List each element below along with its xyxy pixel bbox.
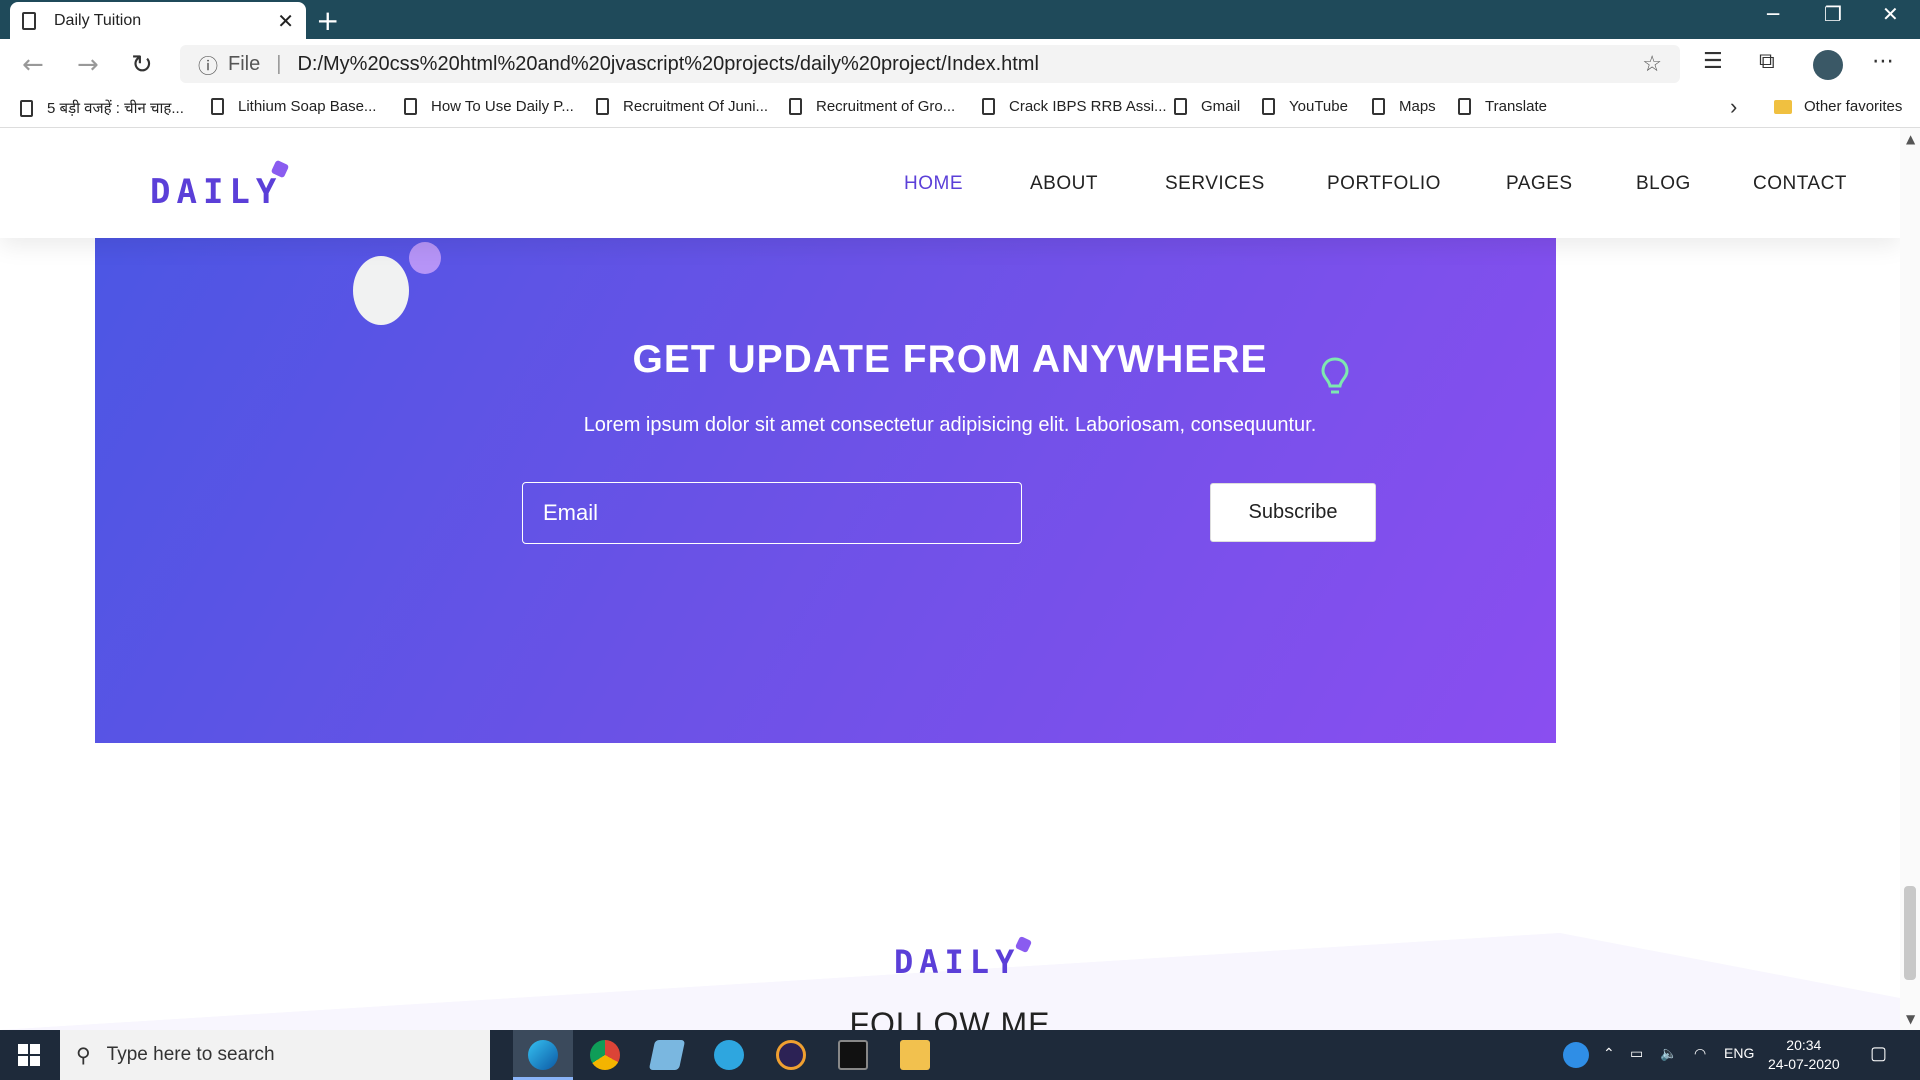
chrome-icon[interactable] (590, 1040, 620, 1070)
address-bar[interactable]: ⓘ File | D:/My%20css%20html%20and%20jvas… (180, 45, 1680, 83)
page-icon (1174, 98, 1187, 115)
language-indicator[interactable]: ENG (1724, 1045, 1754, 1061)
page-icon (20, 99, 33, 117)
page-icon (211, 98, 224, 115)
mysql-icon[interactable] (838, 1040, 868, 1070)
edge-icon[interactable] (528, 1040, 558, 1070)
minimize-icon[interactable]: ─ (1767, 2, 1779, 26)
page-icon (982, 98, 995, 115)
eclipse-icon[interactable] (776, 1040, 806, 1070)
notifications-icon[interactable]: ▢ (1870, 1043, 1887, 1064)
bookmark-item[interactable]: Translate (1458, 98, 1547, 115)
bookmark-item[interactable]: How To Use Daily P... (404, 98, 574, 115)
help-icon[interactable] (1563, 1042, 1589, 1068)
chevron-right-icon[interactable]: › (1730, 94, 1737, 120)
url-scheme: File (228, 52, 261, 75)
volume-icon[interactable]: 🔈 (1660, 1045, 1677, 1062)
footer-background (0, 933, 1900, 1030)
footer-logo[interactable]: DAILY (894, 943, 1020, 981)
browser-tab[interactable]: Daily Tuition ✕ (10, 2, 306, 39)
decorative-bubble (353, 256, 409, 325)
scroll-up-icon[interactable]: ▲ (1906, 132, 1915, 146)
telegram-icon[interactable] (714, 1040, 744, 1070)
notepad-icon[interactable] (648, 1040, 686, 1070)
browser-tab-strip: Daily Tuition ✕ + ─ ❐ ✕ (0, 0, 1920, 39)
bookmark-item[interactable]: YouTube (1262, 98, 1348, 115)
subscribe-button[interactable]: Subscribe (1210, 483, 1376, 542)
url-separator: | (276, 52, 282, 75)
clock-time: 20:34 (1786, 1037, 1822, 1053)
page-icon (22, 11, 36, 30)
restore-icon[interactable]: ❐ (1824, 2, 1842, 26)
email-input[interactable] (522, 482, 1022, 544)
wifi-icon[interactable]: ◠ (1694, 1045, 1706, 1062)
favorite-star-icon[interactable]: ☆ (1642, 51, 1662, 77)
folder-icon (1774, 99, 1792, 114)
info-icon[interactable]: ⓘ (198, 50, 218, 79)
page-icon (789, 98, 802, 115)
tab-title: Daily Tuition (54, 11, 142, 29)
nav-about[interactable]: ABOUT (1030, 173, 1098, 195)
nav-contact[interactable]: CONTACT (1753, 173, 1847, 195)
reload-icon[interactable]: ↻ (131, 50, 153, 80)
page-icon (1262, 98, 1275, 115)
windows-taskbar: ⚲ Type here to search ⌃ ▭ 🔈 ◠ ENG 20:34 … (0, 1030, 1920, 1080)
forward-icon[interactable]: → (77, 50, 99, 80)
clock-date: 24-07-2020 (1768, 1056, 1840, 1072)
favorites-list-icon[interactable]: ☰ (1703, 49, 1723, 74)
bookmark-item[interactable]: Gmail (1174, 98, 1240, 115)
url-text[interactable]: D:/My%20css%20html%20and%20jvascript%20p… (297, 53, 1038, 76)
page-icon (1458, 98, 1471, 115)
profile-avatar[interactable] (1813, 50, 1843, 80)
bookmark-item[interactable]: Recruitment of Gro... (789, 98, 955, 115)
nav-pages[interactable]: PAGES (1506, 173, 1573, 195)
back-icon[interactable]: ← (22, 50, 44, 80)
more-menu-icon[interactable]: ⋯ (1872, 49, 1894, 74)
taskbar-search[interactable]: ⚲ Type here to search (60, 1030, 490, 1080)
page-icon (404, 98, 417, 115)
new-tab-button[interactable]: + (316, 4, 339, 37)
site-header: DAILY HOME ABOUT SERVICES PORTFOLIO PAGE… (0, 128, 1900, 238)
scroll-down-icon[interactable]: ▼ (1906, 1012, 1915, 1026)
page-viewport: DAILY HOME ABOUT SERVICES PORTFOLIO PAGE… (0, 128, 1900, 1030)
bookmark-item[interactable]: Maps (1372, 98, 1436, 115)
tab-close-icon[interactable]: ✕ (277, 9, 294, 33)
battery-icon[interactable]: ▭ (1630, 1045, 1643, 1062)
other-favorites[interactable]: Other favorites (1774, 98, 1902, 115)
system-clock[interactable]: 20:34 24-07-2020 (1768, 1036, 1840, 1074)
search-placeholder: Type here to search (106, 1044, 275, 1065)
nav-home[interactable]: HOME (904, 173, 963, 195)
tray-chevron-icon[interactable]: ⌃ (1603, 1045, 1615, 1062)
scroll-thumb[interactable] (1904, 886, 1916, 980)
decorative-bubble (409, 242, 441, 274)
page-icon (596, 98, 609, 115)
newsletter-subtitle: Lorem ipsum dolor sit amet consectetur a… (583, 414, 1317, 436)
page-icon (1372, 98, 1385, 115)
site-logo[interactable]: DAILY (150, 172, 282, 212)
nav-services[interactable]: SERVICES (1165, 173, 1265, 195)
collections-icon[interactable]: ⧉ (1759, 49, 1775, 74)
bookmark-item[interactable]: 5 बड़ी वजहें : चीन चाह... (20, 98, 184, 118)
search-icon: ⚲ (76, 1044, 91, 1067)
newsletter-title: GET UPDATE FROM ANYWHERE (632, 338, 1268, 381)
file-explorer-icon[interactable] (900, 1040, 930, 1070)
windows-start-icon[interactable] (18, 1044, 40, 1066)
bookmarks-bar: 5 बड़ी वजहें : चीन चाह... Lithium Soap B… (0, 90, 1920, 128)
bookmark-item[interactable]: Lithium Soap Base... (211, 98, 376, 115)
follow-heading: FOLLOW ME (849, 1006, 1051, 1030)
bookmark-item[interactable]: Crack IBPS RRB Assi... (982, 98, 1167, 115)
nav-blog[interactable]: BLOG (1636, 173, 1691, 195)
nav-portfolio[interactable]: PORTFOLIO (1327, 173, 1441, 195)
lightbulb-icon (1321, 357, 1349, 394)
window-close-icon[interactable]: ✕ (1882, 2, 1899, 26)
bookmark-item[interactable]: Recruitment Of Juni... (596, 98, 768, 115)
